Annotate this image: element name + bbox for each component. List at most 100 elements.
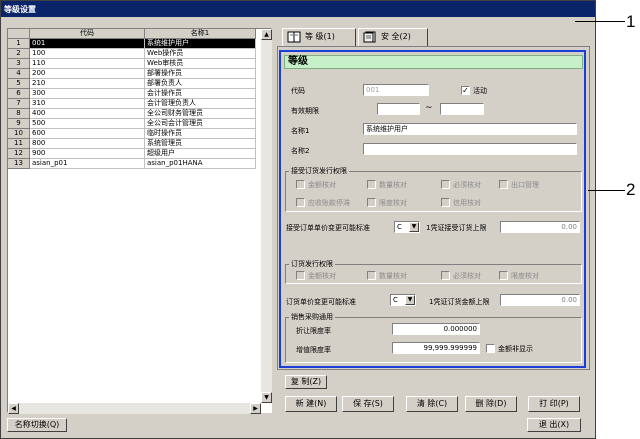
scroll-right-icon[interactable]: ▶ — [250, 403, 261, 414]
table-row[interactable]: 7 310 会计管理负责人 — [8, 99, 256, 109]
callout-line-2 — [588, 190, 625, 191]
tab-security-label: 安 全(2) — [381, 32, 411, 41]
accept-price-value: C — [397, 223, 402, 231]
order-price-select[interactable]: C ▼ — [390, 294, 416, 306]
name1-label: 名称1 — [291, 127, 310, 135]
active-checkbox[interactable]: ✓ — [461, 86, 470, 95]
cell-num: 8 — [8, 109, 30, 119]
cell-name: 临时操作员 — [145, 129, 256, 139]
table-row[interactable]: 6 300 会计操作员 — [8, 89, 256, 99]
form-heading: 等级 — [284, 55, 583, 69]
exit-button[interactable]: 退 出(X) — [527, 418, 581, 432]
cell-num: 2 — [8, 49, 30, 59]
order-required-check[interactable] — [441, 271, 450, 280]
sales-purchase-group-title: 销售采购通用 — [289, 312, 335, 322]
table-row[interactable]: 2 100 Web操作员 — [8, 49, 256, 59]
valid-from-field[interactable] — [377, 103, 420, 115]
cell-code: asian_p01 — [30, 159, 145, 169]
order-amount-label: 金额核对 — [308, 272, 336, 280]
cell-num: 5 — [8, 79, 30, 89]
cell-name: 会计操作员 — [145, 89, 256, 99]
table-row[interactable]: 9 500 全公司会计管理员 — [8, 119, 256, 129]
scroll-left-icon[interactable]: ◀ — [8, 403, 19, 414]
table-row[interactable]: 1 001 系统维护用户 — [8, 39, 256, 49]
table-row[interactable]: 13 asian_p01 asian_p01HANA — [8, 159, 256, 169]
accept-limit-field[interactable]: 0.00 — [500, 221, 580, 233]
chevron-down-icon[interactable]: ▼ — [409, 222, 419, 232]
accept-qty-check[interactable] — [367, 180, 376, 189]
accept-required-label: 必须核对 — [453, 181, 481, 189]
discount-field[interactable]: 0.000000 — [392, 323, 480, 335]
window-title: 等级设置 — [1, 1, 595, 17]
name1-field[interactable]: 系统维护用户 — [363, 123, 577, 135]
delete-button[interactable]: 删 除(D) — [465, 396, 517, 412]
grid-header: 代码 名称1 — [8, 29, 256, 39]
cell-code: 400 — [30, 109, 145, 119]
cell-name: asian_p01HANA — [145, 159, 256, 169]
horizontal-scrollbar[interactable]: ◀ ▶ — [8, 403, 261, 414]
tab-security[interactable]: 安 全(2) — [358, 28, 428, 46]
cell-name: 全公司财务管理员 — [145, 109, 256, 119]
accept-price-select[interactable]: C ▼ — [394, 221, 420, 233]
accept-export-check[interactable] — [499, 180, 508, 189]
clear-button[interactable]: 清 除(C) — [406, 396, 458, 412]
cell-num: 13 — [8, 159, 30, 169]
markup-field[interactable]: 99,999.999999 — [392, 342, 480, 354]
name2-label: 名称2 — [291, 147, 310, 155]
copy-button[interactable]: 复 制(Z) — [285, 375, 327, 389]
scroll-up-icon[interactable]: ▲ — [261, 29, 272, 40]
table-row[interactable]: 10 600 临时操作员 — [8, 129, 256, 139]
code-field[interactable]: 001 — [363, 84, 429, 96]
callout-1: 1 — [626, 12, 636, 31]
hide-amount-checkbox[interactable] — [486, 344, 495, 353]
grid-header-name1[interactable]: 名称1 — [145, 29, 256, 39]
accept-order-group-title: 接受订货发行权限 — [289, 166, 349, 176]
name2-field[interactable] — [363, 143, 577, 155]
vertical-scrollbar[interactable]: ▲ ▼ — [261, 29, 272, 403]
cell-name: 部署负责人 — [145, 79, 256, 89]
cell-code: 001 — [30, 39, 145, 49]
cell-num: 7 — [8, 99, 30, 109]
order-limit-field[interactable]: 0.00 — [500, 294, 580, 306]
order-qty-label: 数量核对 — [379, 272, 407, 280]
cell-name: 部署操作员 — [145, 69, 256, 79]
accept-required-check[interactable] — [441, 180, 450, 189]
accept-receivable-check[interactable] — [296, 198, 305, 207]
table-row[interactable]: 3 110 Web审核员 — [8, 59, 256, 69]
level-grid[interactable]: 代码 名称1 1 001 系统维护用户 2 100 Web操作员 3 110 Web审核员 4 20… — [7, 28, 272, 414]
name-switch-button[interactable]: 名称切换(Q) — [7, 418, 67, 432]
order-group-title: 订货发行权限 — [289, 259, 335, 269]
accept-amount-check[interactable] — [296, 180, 305, 189]
accept-limit-check[interactable] — [367, 198, 376, 207]
order-amount-check[interactable] — [296, 271, 305, 280]
order-price-value: C — [393, 296, 398, 304]
tab-level[interactable]: 等 级(1) — [282, 28, 356, 46]
grid-header-code[interactable]: 代码 — [30, 29, 145, 39]
accept-credit-check[interactable] — [441, 198, 450, 207]
accept-export-label: 出口管理 — [511, 181, 539, 189]
print-button[interactable]: 打 印(P) — [528, 396, 580, 412]
cell-code: 300 — [30, 89, 145, 99]
cell-name: 会计管理负责人 — [145, 99, 256, 109]
table-row[interactable]: 8 400 全公司财务管理员 — [8, 109, 256, 119]
table-row[interactable]: 5 210 部署负责人 — [8, 79, 256, 89]
scroll-down-icon[interactable]: ▼ — [261, 392, 272, 403]
order-limit-amount-label: 1凭证订货金额上限 — [429, 298, 490, 306]
valid-to-field[interactable] — [440, 103, 484, 115]
order-limit-check[interactable] — [499, 271, 508, 280]
cell-name: 全公司会计管理员 — [145, 119, 256, 129]
cell-num: 12 — [8, 149, 30, 159]
chevron-down-icon[interactable]: ▼ — [405, 295, 415, 305]
order-qty-check[interactable] — [367, 271, 376, 280]
checkmark-icon: ✓ — [462, 86, 469, 95]
cell-name: Web审核员 — [145, 59, 256, 69]
table-row[interactable]: 4 200 部署操作员 — [8, 69, 256, 79]
new-button[interactable]: 新 建(N) — [285, 396, 337, 412]
table-row[interactable]: 12 900 超级用户 — [8, 149, 256, 159]
save-button[interactable]: 保 存(S) — [342, 396, 394, 412]
cell-num: 1 — [8, 39, 30, 49]
accept-receivable-label: 应收账款停滞 — [308, 199, 350, 207]
cell-name: 超级用户 — [145, 149, 256, 159]
table-row[interactable]: 11 800 系统管理员 — [8, 139, 256, 149]
order-required-label: 必须核对 — [453, 272, 481, 280]
